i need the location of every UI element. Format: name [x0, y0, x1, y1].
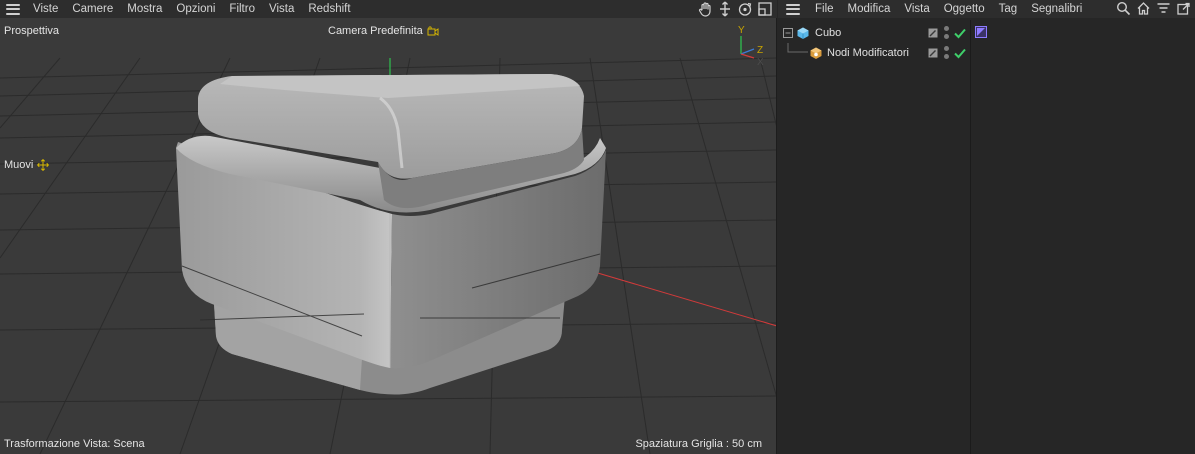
menu-camere[interactable]: Camere [65, 0, 120, 18]
view-name-label[interactable]: Prospettiva [4, 25, 59, 37]
om-menu-file[interactable]: File [808, 0, 841, 18]
gizmo-y-label: Y [738, 25, 745, 36]
new-window-icon[interactable] [1176, 1, 1191, 16]
enabled-check-icon[interactable] [953, 46, 967, 60]
object-row-nodi-modificatori[interactable]: Nodi Modificatori [778, 43, 971, 63]
active-tool-name: Muovi [4, 159, 34, 171]
camera-name: Camera Predefinita [328, 25, 423, 37]
object-manager-menu-icon[interactable] [786, 3, 800, 15]
menu-mostra[interactable]: Mostra [120, 0, 169, 18]
om-menu-modifica[interactable]: Modifica [841, 0, 898, 18]
object-name-cubo[interactable]: Cubo [815, 27, 841, 39]
menu-opzioni[interactable]: Opzioni [169, 0, 222, 18]
camera-icon [427, 26, 439, 36]
om-menu-oggetto[interactable]: Oggetto [937, 0, 992, 18]
layer-toggle-icon[interactable] [928, 48, 938, 58]
scene-view[interactable]: Y Z X [0, 18, 777, 454]
cube-object[interactable] [176, 74, 606, 395]
enabled-check-icon[interactable] [953, 26, 967, 40]
grid-spacing-status: Spaziatura Griglia : 50 cm [635, 438, 762, 450]
node-modifier-icon [810, 47, 822, 59]
menu-redshift[interactable]: Redshift [301, 0, 357, 18]
camera-label[interactable]: Camera Predefinita [328, 25, 439, 37]
object-row-cubo[interactable]: Cubo [778, 23, 971, 43]
move-tool-icon [37, 159, 50, 171]
visibility-dots-icon[interactable] [944, 26, 949, 40]
hand-pan-icon[interactable] [697, 1, 713, 17]
om-menu-vista[interactable]: Vista [897, 0, 936, 18]
object-manager-menubar: File Modifica Vista Oggetto Tag Segnalib… [778, 0, 1195, 18]
gizmo-z-label: Z [757, 45, 763, 56]
visibility-dots-icon[interactable] [944, 46, 949, 60]
rotate-orbit-icon[interactable] [737, 1, 753, 17]
filter-icon[interactable] [1156, 1, 1171, 16]
view-transform-status: Trasformazione Vista: Scena [4, 438, 145, 450]
om-menu-tag[interactable]: Tag [992, 0, 1025, 18]
move-arrows-icon[interactable] [717, 1, 733, 17]
menu-filtro[interactable]: Filtro [222, 0, 262, 18]
layer-toggle-icon[interactable] [928, 28, 938, 38]
cube-icon [797, 27, 809, 39]
viewport-menu-icon[interactable] [6, 3, 20, 15]
viewport[interactable]: Y Z X Prospettiva Camera Predefinita Muo… [0, 18, 777, 454]
home-icon[interactable] [1136, 1, 1151, 16]
viewport-menubar: Viste Camere Mostra Opzioni Filtro Vista… [0, 0, 777, 18]
gizmo-x-label: X [757, 57, 764, 68]
active-tool-label: Muovi [4, 159, 50, 171]
hierarchy-connector [787, 43, 808, 53]
object-name-nodi-modificatori[interactable]: Nodi Modificatori [827, 47, 909, 59]
object-tree: Cubo Nodi Modificatori [778, 20, 971, 454]
tag-column [972, 20, 1195, 454]
axis-gizmo: Y Z X [738, 25, 764, 68]
maximize-viewport-icon[interactable] [757, 1, 773, 17]
om-menu-segnalibri[interactable]: Segnalibri [1024, 0, 1089, 18]
phong-tag-icon[interactable] [975, 26, 987, 38]
menu-viste[interactable]: Viste [26, 0, 65, 18]
collapse-toggle-icon[interactable] [783, 28, 793, 38]
menu-vista[interactable]: Vista [262, 0, 301, 18]
search-icon[interactable] [1116, 1, 1131, 16]
